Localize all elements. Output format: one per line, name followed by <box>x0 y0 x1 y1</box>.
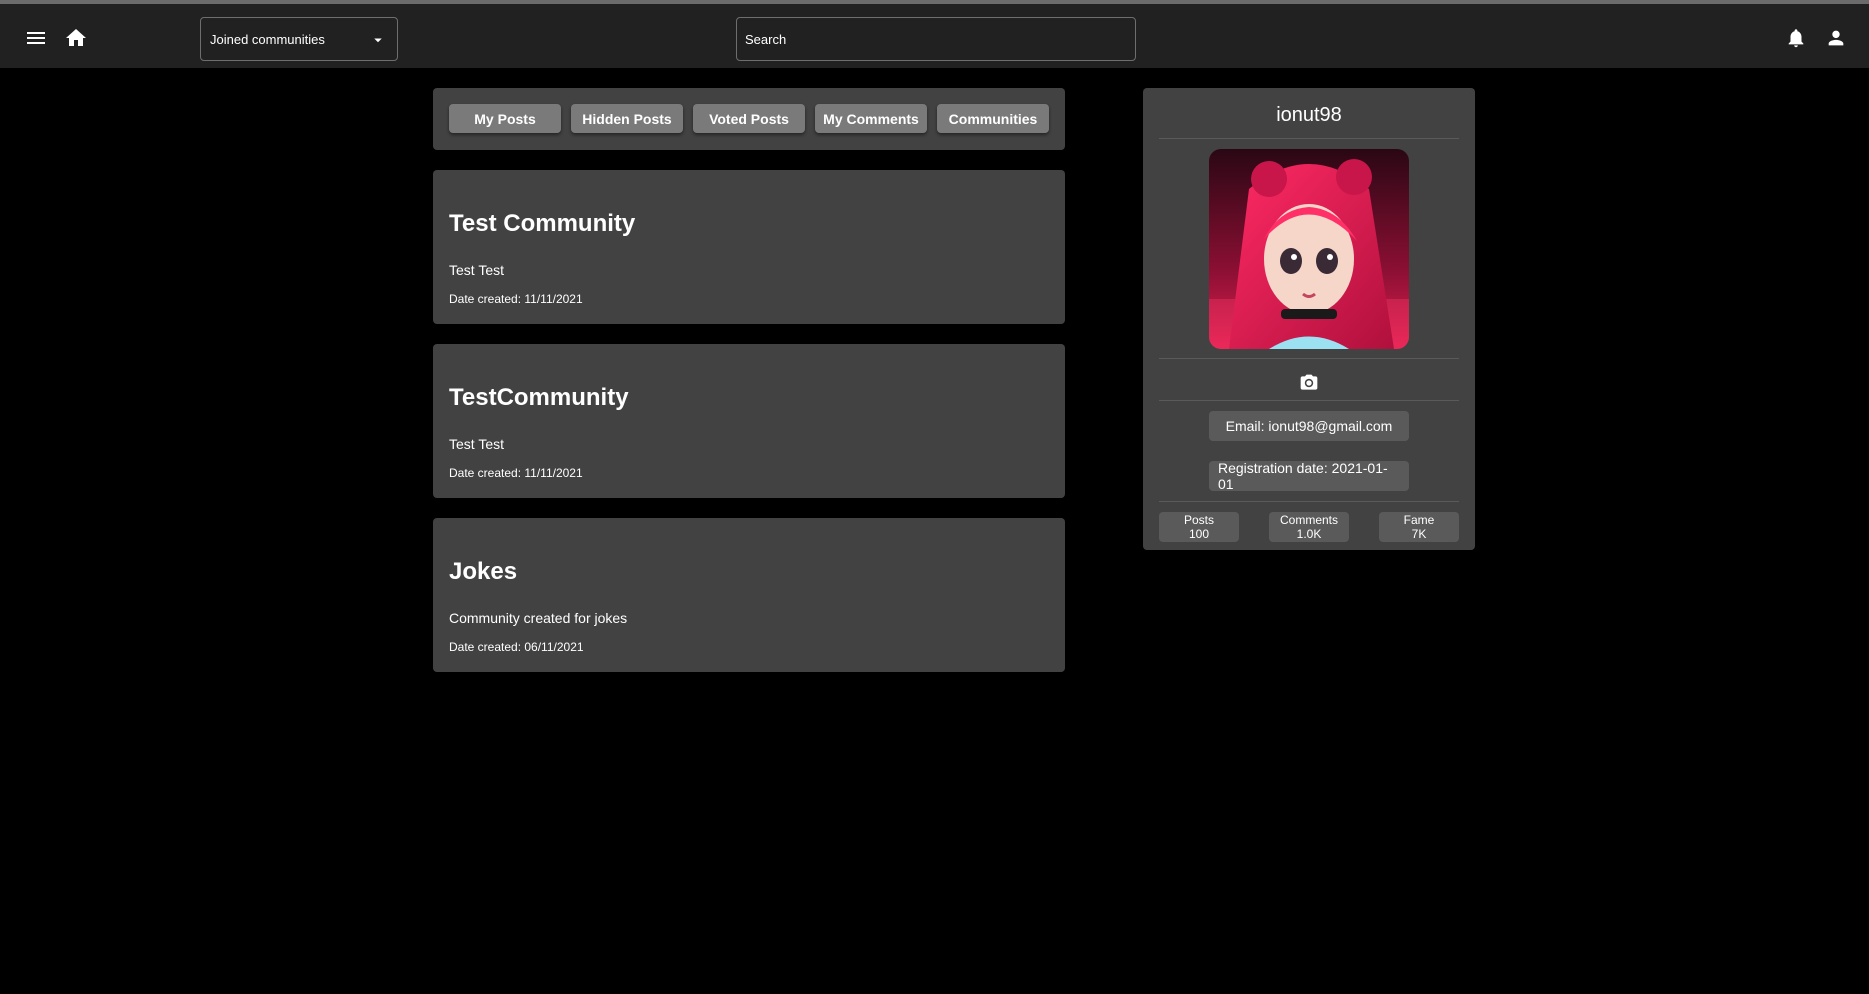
divider <box>1159 400 1459 401</box>
app-bar: Joined communities <box>0 4 1869 68</box>
stat-posts[interactable]: Posts 100 <box>1159 512 1239 542</box>
stat-value: 100 <box>1188 527 1210 541</box>
profile-username: ionut98 <box>1276 104 1342 126</box>
community-description: Test Test <box>449 436 504 452</box>
notifications-button[interactable] <box>1782 24 1810 52</box>
divider <box>1159 501 1459 502</box>
tab-voted-posts[interactable]: Voted Posts <box>693 104 805 133</box>
chevron-down-icon <box>369 31 387 49</box>
email-chip: Email: ionut98@gmail.com <box>1209 411 1409 441</box>
stat-value: 7K <box>1411 527 1427 541</box>
registration-date-chip: Registration date: 2021-01-01 <box>1209 460 1409 492</box>
community-name[interactable]: Jokes <box>449 558 517 586</box>
home-icon <box>66 29 86 46</box>
account-button[interactable] <box>1822 24 1850 52</box>
tab-hidden-posts[interactable]: Hidden Posts <box>571 104 683 133</box>
upload-photo-button[interactable] <box>1298 373 1320 393</box>
community-name[interactable]: TestCommunity <box>449 384 629 412</box>
community-description: Community created for jokes <box>449 610 628 626</box>
menu-button[interactable] <box>22 24 50 52</box>
stat-comments[interactable]: Comments 1.0K <box>1269 512 1349 542</box>
community-date: Date created: 11/11/2021 <box>449 292 583 306</box>
home-button[interactable] <box>62 24 90 52</box>
divider <box>1159 138 1459 139</box>
stat-label: Posts <box>1183 513 1214 527</box>
community-date: Date created: 11/11/2021 <box>449 466 583 480</box>
stat-fame[interactable]: Fame 7K <box>1379 512 1459 542</box>
community-card[interactable]: Test Community Test Test Date created: 1… <box>433 170 1065 324</box>
stat-value: 1.0K <box>1296 527 1322 541</box>
community-date: Date created: 06/11/2021 <box>449 640 584 654</box>
stat-label: Comments <box>1279 513 1338 527</box>
community-select[interactable]: Joined communities <box>200 17 398 61</box>
tab-my-posts[interactable]: My Posts <box>449 104 561 133</box>
camera-icon <box>1300 374 1318 390</box>
menu-icon <box>27 32 45 44</box>
community-card[interactable]: TestCommunity Test Test Date created: 11… <box>433 344 1065 498</box>
account-icon <box>1828 30 1844 46</box>
stat-label: Fame <box>1403 513 1435 527</box>
search-input[interactable] <box>736 17 1136 61</box>
tab-communities[interactable]: Communities <box>937 104 1049 133</box>
tab-my-comments[interactable]: My Comments <box>815 104 927 133</box>
community-card[interactable]: Jokes Community created for jokes Date c… <box>433 518 1065 672</box>
profile-tabs-bar: My Posts Hidden Posts Voted Posts My Com… <box>433 88 1065 150</box>
profile-card: ionut98 Email: ionut98@gmail.com Registr… <box>1143 88 1475 550</box>
community-description: Test Test <box>449 262 504 278</box>
community-select-value: Joined communities <box>210 31 325 47</box>
community-name[interactable]: Test Community <box>449 210 635 238</box>
bell-icon <box>1788 29 1804 48</box>
avatar <box>1209 149 1409 349</box>
divider <box>1159 358 1459 359</box>
